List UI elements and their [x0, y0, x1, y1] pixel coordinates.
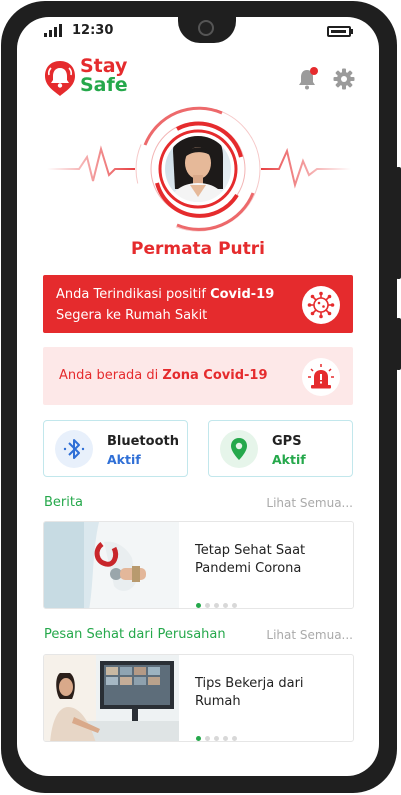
notification-dot [310, 67, 318, 75]
news-card[interactable]: Tetap Sehat Saat Pandemi Corona [43, 521, 354, 609]
bluetooth-card[interactable]: Bluetooth Aktif [43, 420, 188, 477]
company-see-all-link[interactable]: Lihat Semua... [266, 628, 353, 642]
notification-button[interactable] [295, 67, 319, 91]
zone-alert-bold: Zona Covid-19 [162, 368, 268, 383]
bluetooth-status: Aktif [107, 452, 141, 467]
alert-positive-text: Anda Terindikasi positif Covid-19 [56, 287, 274, 302]
covid-positive-alert[interactable]: Anda Terindikasi positif Covid-19 Segera… [43, 275, 353, 333]
zone-alert-text: Anda berada di Zona Covid-19 [59, 368, 268, 383]
news-card-title: Tetap Sehat Saat Pandemi Corona [195, 543, 306, 576]
bell-logo-icon [45, 61, 75, 96]
gps-status: Aktif [272, 452, 306, 467]
settings-button[interactable] [332, 67, 356, 91]
covid-zone-alert[interactable]: Anda berada di Zona Covid-19 [43, 347, 353, 405]
company-section-title: Pesan Sehat dari Perusahan [44, 627, 226, 642]
brand-name: Stay Safe [80, 57, 128, 95]
alert-positive-bold: Covid-19 [210, 287, 275, 302]
profile-hero [17, 105, 379, 245]
bell-icon [299, 67, 318, 90]
status-time: 12:30 [72, 23, 114, 38]
news-section-title: Berita [44, 495, 83, 510]
signal-icon [44, 24, 64, 37]
app-logo: Stay Safe [43, 57, 143, 99]
notch [178, 17, 236, 43]
news-image [44, 522, 179, 608]
battery-tip [351, 29, 353, 34]
news-carousel-dots[interactable] [196, 593, 241, 608]
bluetooth-icon [55, 430, 93, 468]
zone-alert-prefix: Anda berada di [59, 368, 163, 383]
news-see-all-link[interactable]: Lihat Semua... [266, 496, 353, 510]
gps-card[interactable]: GPS Aktif [208, 420, 353, 477]
company-card-image [44, 655, 179, 741]
location-pin-icon [220, 430, 258, 468]
gear-icon [333, 68, 355, 90]
heartbeat-avatar-graphic [47, 106, 351, 232]
side-button [396, 167, 401, 279]
company-card[interactable]: Tips Bekerja dari Rumah [43, 654, 354, 742]
virus-icon [302, 286, 340, 324]
gps-title: GPS [272, 434, 302, 449]
company-carousel-dots[interactable] [196, 726, 241, 741]
battery-icon [327, 26, 351, 37]
alert-positive-subtext: Segera ke Rumah Sakit [56, 308, 208, 323]
siren-icon [302, 358, 340, 396]
profile-name: Permata Putri [131, 239, 265, 259]
app-screen: 12:30 Stay Safe Permata Putri Anda Terin… [17, 17, 379, 776]
alert-positive-prefix: Anda Terindikasi positif [56, 287, 211, 302]
bluetooth-title: Bluetooth [107, 434, 179, 449]
side-button [396, 318, 401, 370]
brand-line2: Safe [80, 74, 128, 96]
company-card-title: Tips Bekerja dari Rumah [195, 676, 304, 709]
front-camera [198, 20, 214, 36]
